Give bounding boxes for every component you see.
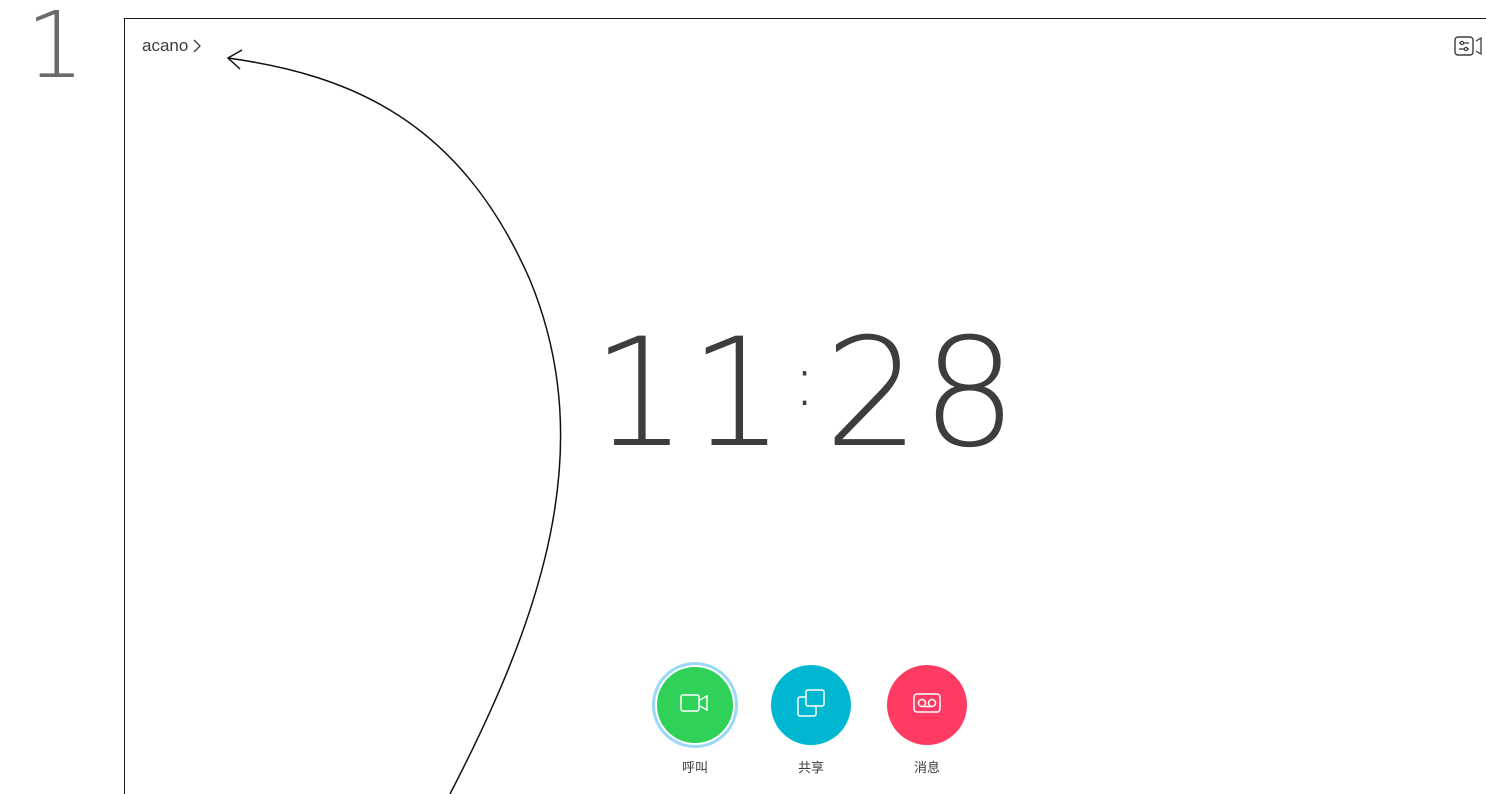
share-screen-icon — [795, 688, 827, 723]
video-camera-icon — [679, 692, 711, 719]
action-bar: 呼叫 共享 消息 — [655, 665, 967, 776]
call-button[interactable]: 呼叫 — [655, 665, 735, 776]
share-button-label: 共享 — [797, 761, 824, 776]
settings-camera-icon[interactable] — [1454, 35, 1484, 57]
clock-separator: : — [792, 340, 819, 422]
breadcrumb[interactable]: acano — [142, 36, 202, 56]
clock-minutes: 28 — [824, 307, 1020, 481]
messages-button-label: 消息 — [913, 761, 940, 776]
voicemail-icon — [911, 691, 943, 720]
call-button-label: 呼叫 — [681, 761, 708, 776]
messages-button[interactable]: 消息 — [887, 665, 967, 776]
page: 1 acano 11:28 呼叫 共享 消息 — [0, 0, 1486, 794]
messages-button-circle[interactable] — [887, 665, 967, 745]
clock-hours: 11 — [591, 307, 787, 481]
share-button-circle[interactable] — [771, 665, 851, 745]
breadcrumb-label: acano — [142, 36, 189, 55]
device-screen: acano 11:28 呼叫 共享 消息 — [124, 18, 1486, 794]
step-number: 1 — [26, 0, 85, 99]
chevron-right-icon — [192, 38, 202, 54]
clock-display: 11:28 — [125, 319, 1486, 469]
call-button-circle[interactable] — [655, 665, 735, 745]
share-button[interactable]: 共享 — [771, 665, 851, 776]
